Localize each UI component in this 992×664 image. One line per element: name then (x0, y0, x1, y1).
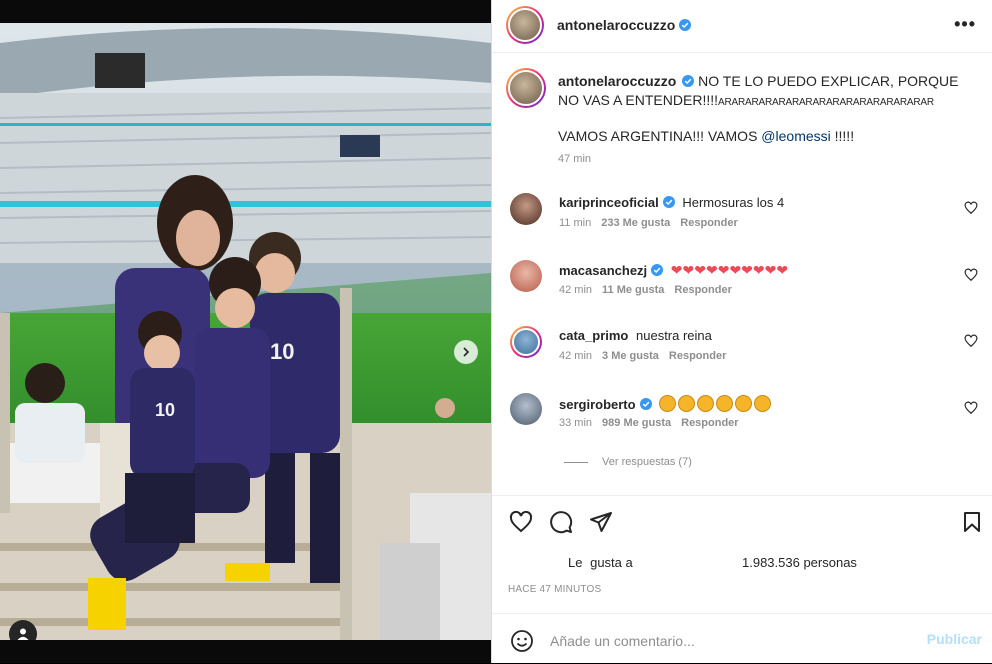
likes-summary[interactable]: Le gusta a (568, 555, 633, 570)
comment-username[interactable]: kariprinceoficial (559, 195, 659, 210)
verified-icon (651, 264, 664, 276)
comment-meta: 42 min 3 Me gusta Responder (559, 350, 736, 362)
caption-line2-prefix: VAMOS ARGENTINA!!! VAMOS (558, 128, 762, 144)
reply-button[interactable]: Responder (674, 284, 731, 296)
post-actions: Le gusta a 1.983.536 personas HACE 47 MI… (492, 495, 992, 614)
comment-text: ❤❤❤❤❤❤❤❤❤❤ (670, 262, 789, 278)
author-avatar[interactable] (506, 6, 544, 44)
post-header: antonelaroccuzzo ••• (492, 0, 992, 53)
caption-tail: ARARARARARARARARARARARARARARARAR (718, 97, 934, 108)
heart-icon[interactable] (964, 401, 978, 415)
caption-line2-suffix: !!!!! (830, 128, 855, 144)
comment-item: kariprinceoficial Hermosuras los 4 11 mi… (510, 193, 980, 239)
chevron-right-icon (463, 347, 470, 357)
comment-time[interactable]: 42 min (559, 284, 592, 296)
clap-icon (735, 395, 753, 412)
user-tag-icon (17, 628, 29, 640)
comment-body: kariprinceoficial Hermosuras los 4 (559, 195, 784, 210)
view-replies-label[interactable]: Ver respuestas (7) (602, 456, 692, 468)
comment-text: Hermosuras los 4 (682, 195, 785, 210)
add-comment-bar: Publicar (492, 613, 992, 664)
mention-link[interactable]: @leomessi (761, 128, 830, 144)
caption-username[interactable]: antonelaroccuzzo (558, 73, 676, 89)
likes-prefix: Le (568, 555, 583, 570)
author-username[interactable]: antonelaroccuzzo (557, 17, 675, 33)
comment-item: sergiroberto 33 min 989 Me gusta Responder (510, 393, 980, 439)
comment-time[interactable]: 42 min (559, 350, 592, 362)
heart-icon[interactable] (964, 201, 978, 215)
verified-icon (682, 75, 695, 87)
clap-icon (754, 395, 772, 412)
svg-text:10: 10 (155, 400, 175, 420)
next-photo-button[interactable] (454, 340, 478, 364)
post-timestamp[interactable]: HACE 47 MINUTOS (508, 584, 601, 595)
comment-body: macasanchezj ❤❤❤❤❤❤❤❤❤❤ (559, 262, 788, 279)
reply-button[interactable]: Responder (680, 217, 737, 229)
comment-avatar[interactable] (510, 326, 542, 358)
reply-button[interactable]: Responder (669, 350, 726, 362)
caption-avatar[interactable] (506, 68, 546, 108)
view-replies-button[interactable]: Ver respuestas (7) (564, 456, 692, 468)
heart-icon[interactable] (509, 510, 533, 534)
publish-button[interactable]: Publicar (927, 631, 982, 647)
comment-input[interactable] (548, 628, 912, 654)
stadium-photo-image: 10 10 (0, 23, 491, 640)
clap-icon (678, 395, 696, 412)
comment-item: cata_primo nuestra reina 42 min 3 Me gust… (510, 326, 980, 372)
comment-username[interactable]: cata_primo (559, 328, 628, 343)
comment-meta: 11 min 233 Me gusta Responder (559, 217, 748, 229)
comment-avatar[interactable] (510, 260, 542, 292)
comment-username[interactable]: sergiroberto (559, 397, 636, 412)
comment-username[interactable]: macasanchezj (559, 263, 647, 278)
reply-button[interactable]: Responder (681, 417, 738, 429)
caption-time[interactable]: 47 min (558, 153, 591, 165)
comment-likes[interactable]: 3 Me gusta (602, 350, 659, 362)
comment-icon[interactable] (549, 510, 573, 534)
verified-icon (639, 398, 652, 410)
heart-icon[interactable] (964, 268, 978, 282)
clap-emojis (659, 395, 773, 412)
clap-icon (659, 395, 677, 412)
likes-middle: gusta a (590, 555, 633, 570)
comment-body: cata_primo nuestra reina (559, 328, 712, 343)
comment-text: nuestra reina (636, 328, 712, 343)
comment-avatar[interactable] (510, 193, 542, 225)
comment-avatar[interactable] (510, 393, 542, 425)
share-icon[interactable] (589, 510, 613, 534)
user-tag-button[interactable] (9, 620, 37, 640)
verified-icon (679, 19, 692, 31)
comment-meta: 42 min 11 Me gusta Responder (559, 284, 742, 296)
bookmark-icon[interactable] (960, 510, 984, 534)
comment-meta: 33 min 989 Me gusta Responder (559, 417, 749, 429)
post-side-panel: antonelaroccuzzo ••• antonelaroccuzzo NO… (491, 0, 992, 663)
comment-time[interactable]: 33 min (559, 417, 592, 429)
caption-line-2: VAMOS ARGENTINA!!! VAMOS @leomessi !!!!! (558, 128, 854, 144)
comment-time[interactable]: 11 min (559, 217, 591, 229)
comment-likes[interactable]: 989 Me gusta (602, 417, 671, 429)
author-username-row[interactable]: antonelaroccuzzo (557, 17, 692, 35)
heart-icon[interactable] (964, 334, 978, 348)
verified-icon (662, 196, 675, 208)
emoji-icon[interactable] (510, 629, 534, 653)
more-options-button[interactable]: ••• (954, 14, 976, 35)
comment-item: macasanchezj ❤❤❤❤❤❤❤❤❤❤ 42 min 11 Me gust… (510, 260, 980, 306)
comment-likes[interactable]: 11 Me gusta (602, 284, 664, 296)
comment-likes[interactable]: 233 Me gusta (601, 217, 670, 229)
replies-divider (564, 461, 588, 463)
post-photo[interactable]: 10 10 (0, 23, 491, 640)
caption-text: antonelaroccuzzo NO TE LO PUEDO EXPLICAR… (558, 72, 973, 112)
clap-icon (697, 395, 715, 412)
likes-count[interactable]: 1.983.536 personas (742, 555, 857, 570)
svg-text:10: 10 (270, 339, 294, 364)
comment-body: sergiroberto (559, 395, 773, 412)
clap-icon (716, 395, 734, 412)
